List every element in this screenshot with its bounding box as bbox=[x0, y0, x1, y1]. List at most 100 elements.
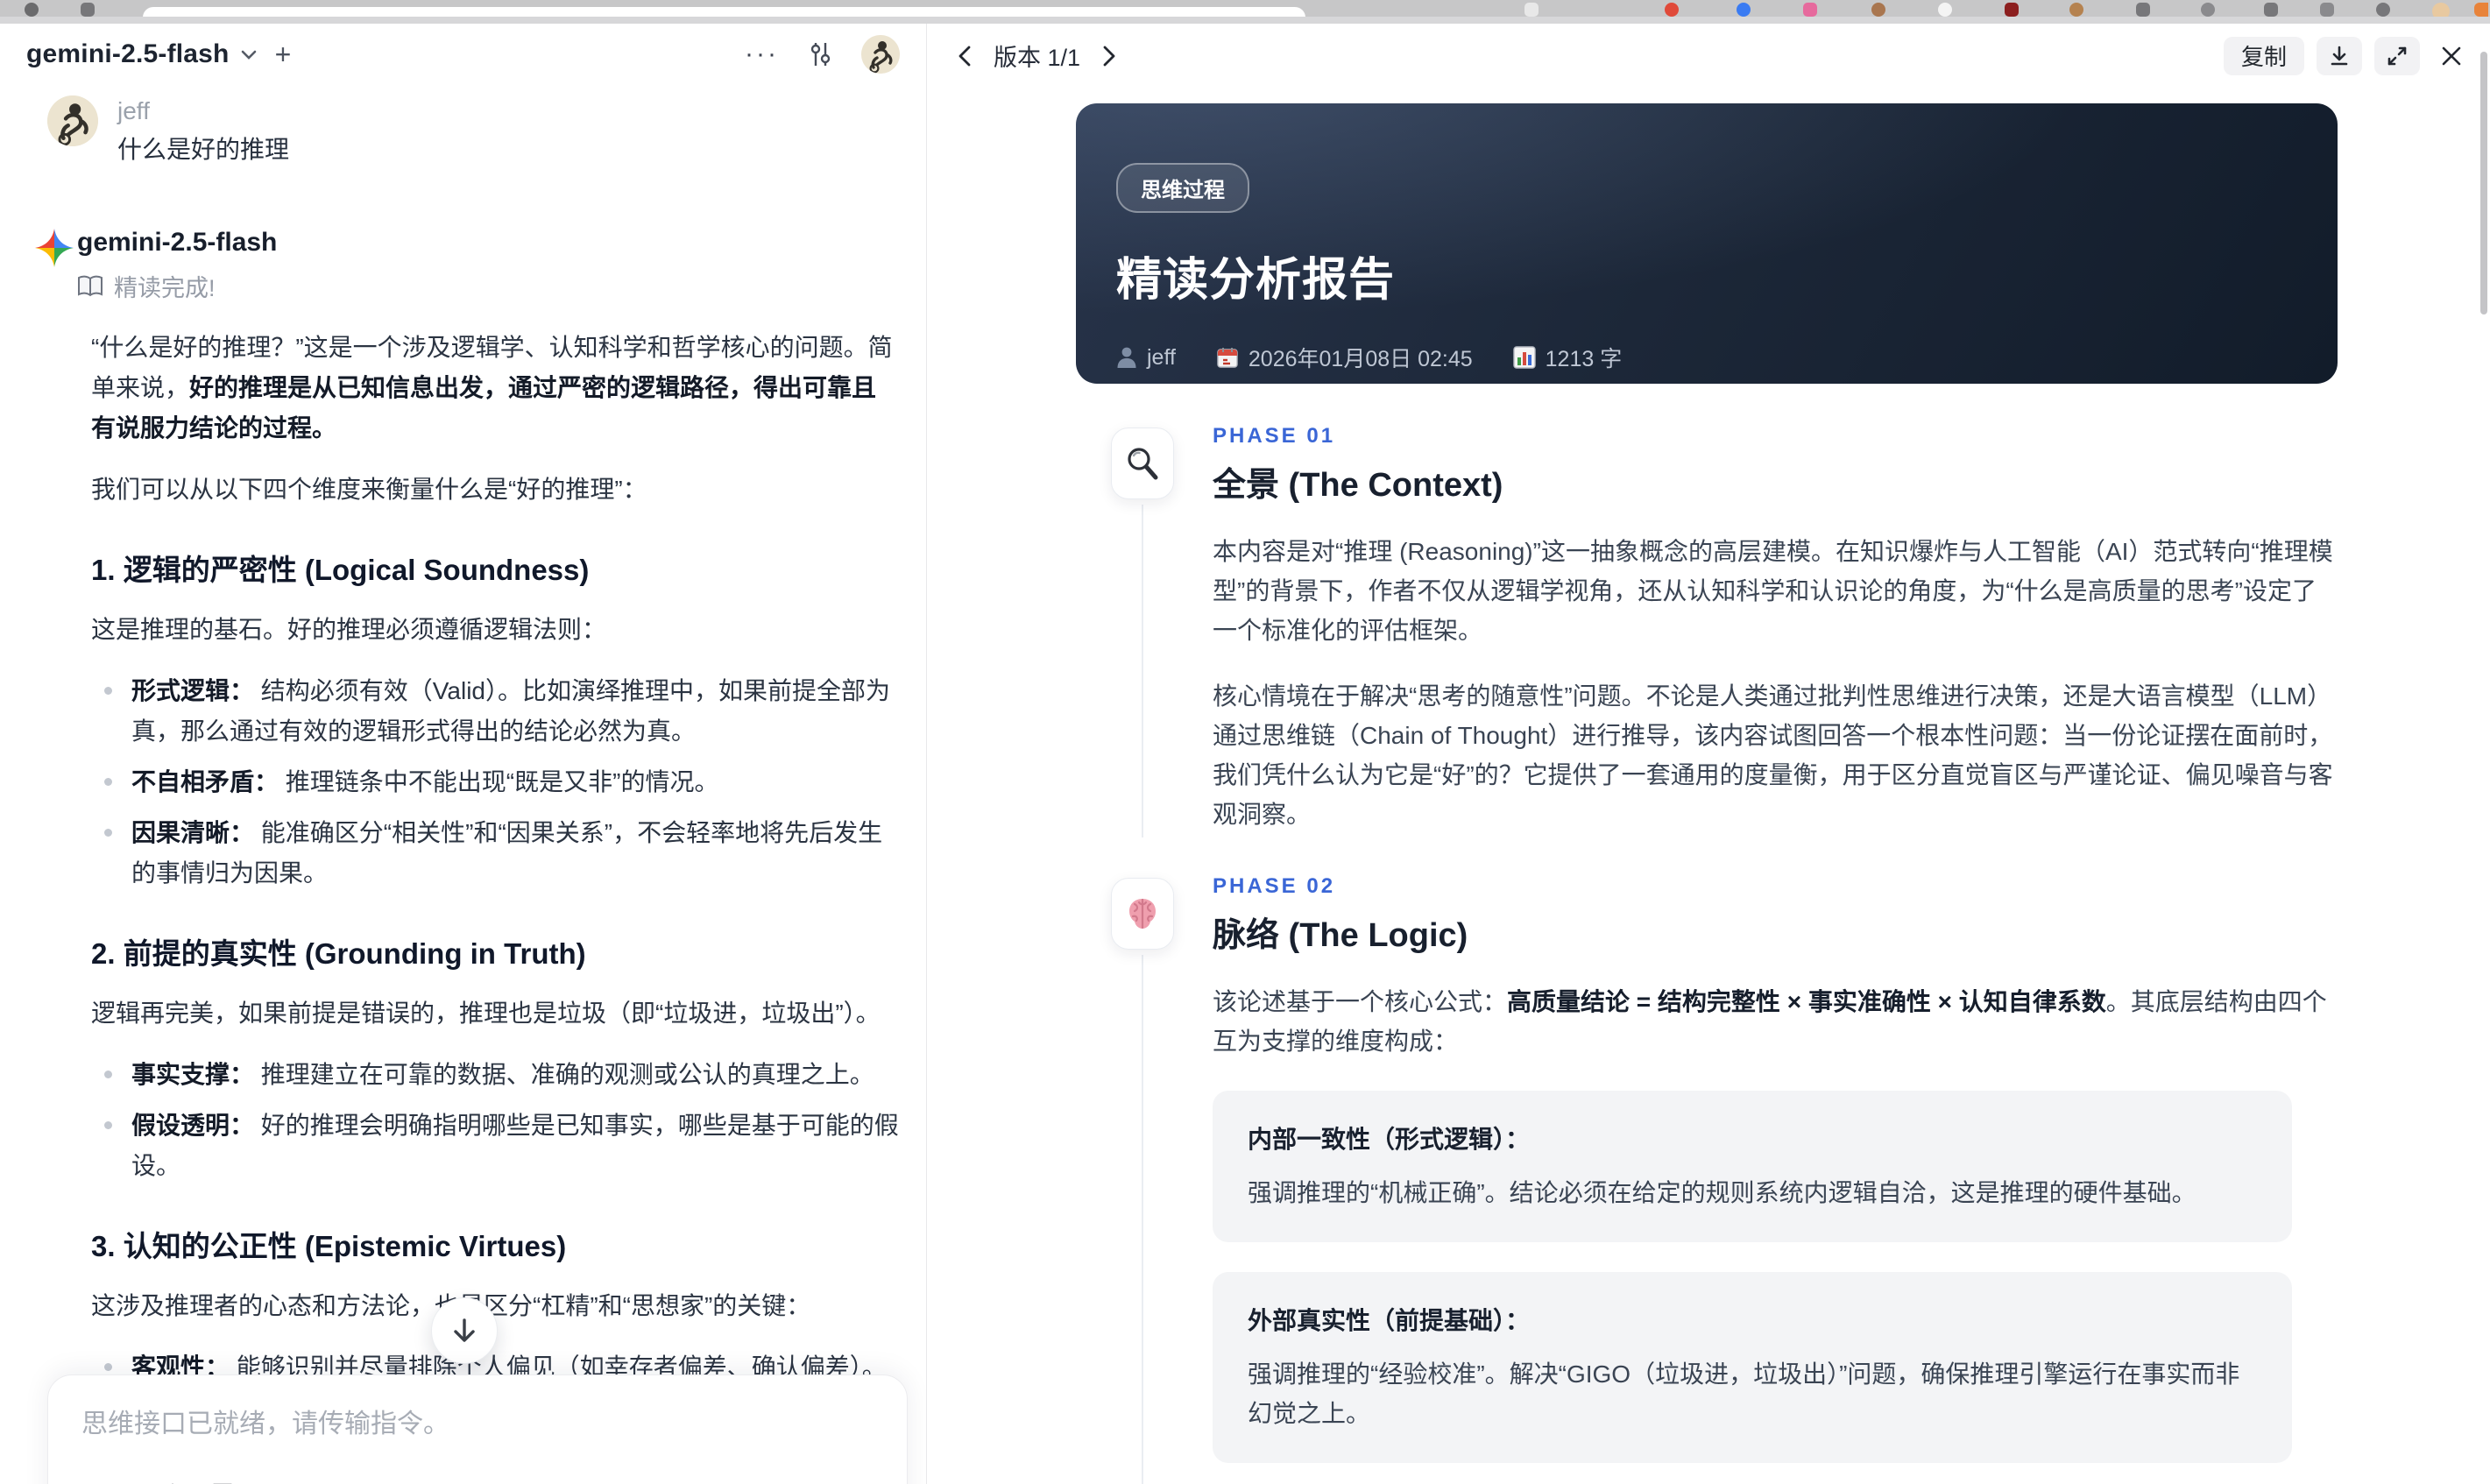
dimension-card: 外部真实性（前提基础）： 强调推理的“经验校准”。解决“GIGO（垃圾进，垃圾出… bbox=[1213, 1272, 2292, 1463]
card-body: 强调推理的“机械正确”。结论必须在给定的规则系统内逻辑自洽，这是推理的硬件基础。 bbox=[1248, 1179, 2196, 1206]
phase-label: PHASE 02 bbox=[1213, 874, 1336, 898]
card-title: 内部一致性（形式逻辑）： bbox=[1248, 1126, 1531, 1153]
section-heading: 2. 前提的真实性 (Grounding in Truth) bbox=[91, 937, 586, 970]
extension-icon[interactable] bbox=[1803, 3, 1817, 17]
phase-section-2: PHASE 02 脉络 (The Logic) 该论述基于一个核心公式：高质量结… bbox=[1076, 874, 2338, 1484]
gemini-star-icon bbox=[33, 227, 75, 269]
report-document[interactable]: 思维过程 精读分析报告 jeff 2026年01月08日 02:45 1213 … bbox=[927, 88, 2490, 1484]
user-name: jeff bbox=[117, 97, 150, 124]
composer[interactable]: 思维接口已就绪，请传输指令。 bbox=[47, 1374, 908, 1484]
version-prev-button[interactable] bbox=[950, 41, 980, 71]
browser-chrome-strip bbox=[0, 0, 2490, 17]
magnifier-icon bbox=[1111, 428, 1174, 499]
report-date: 2026年01月08日 02:45 bbox=[1216, 342, 1473, 373]
copy-button[interactable]: 复制 bbox=[2223, 36, 2304, 75]
account-avatar[interactable] bbox=[861, 35, 900, 74]
card-body: 强调推理的“经验校准”。解决“GIGO（垃圾进，垃圾出）”问题，确保推理引擎运行… bbox=[1248, 1360, 2240, 1427]
reply-paragraph: “什么是好的推理？”这是一个涉及逻辑学、认知科学和哲学核心的问题。简单来说，好的… bbox=[91, 334, 893, 442]
new-chat-button[interactable]: + bbox=[275, 39, 292, 71]
extension-icon[interactable] bbox=[2474, 3, 2488, 17]
report-word-count: 1213 字 bbox=[1512, 342, 1622, 373]
extension-icon[interactable] bbox=[2376, 3, 2390, 17]
extension-icon[interactable] bbox=[1737, 3, 1751, 17]
dimension-card: 内部一致性（形式逻辑）： 强调推理的“机械正确”。结论必须在给定的规则系统内逻辑… bbox=[1213, 1091, 2292, 1242]
user-message: jeff 什么是好的推理 bbox=[0, 85, 926, 167]
phase-paragraph: 核心情境在于解决“思考的随意性”问题。不论是人类通过批判性思维进行决策，还是大语… bbox=[1213, 682, 2333, 828]
extension-icon[interactable] bbox=[81, 3, 95, 17]
preview-scrollbar[interactable] bbox=[2480, 52, 2487, 314]
phase-section-1: PHASE 01 全景 (The Context) 本内容是对“推理 (Reas… bbox=[1076, 424, 2338, 837]
close-preview-button[interactable] bbox=[2432, 37, 2471, 75]
phase-title: 全景 (The Context) bbox=[1213, 467, 1503, 504]
expand-button[interactable] bbox=[2374, 36, 2420, 75]
bar-chart-icon bbox=[1512, 346, 1536, 369]
section-heading: 1. 逻辑的严密性 (Logical Soundness) bbox=[91, 554, 590, 586]
bullet-item: 因果清晰： 能准确区分“相关性”和“因果关系”，不会轻率地将先后发生的事情归为因… bbox=[91, 813, 901, 894]
download-button[interactable] bbox=[2317, 36, 2362, 75]
preview-panel: 版本 1/1 复制 思维过程 精读分析报告 jeff 2026年01月08日 0… bbox=[927, 24, 2490, 1484]
browser-tab[interactable] bbox=[143, 7, 1305, 17]
phase-paragraph: 该论述基于一个核心公式：高质量结论 = 结构完整性 × 事实准确性 × 认知自律… bbox=[1213, 988, 2327, 1055]
extension-icon[interactable] bbox=[1871, 3, 1885, 17]
book-icon bbox=[77, 275, 103, 298]
brain-icon bbox=[1111, 878, 1174, 950]
model-selector-label: gemini-2.5-flash bbox=[26, 39, 230, 68]
close-icon bbox=[2440, 45, 2463, 67]
section-lead: 这是推理的基石。好的推理必须遵循逻辑法则： bbox=[91, 616, 607, 643]
scroll-to-bottom-button[interactable] bbox=[431, 1297, 498, 1364]
phase-title: 脉络 (The Logic) bbox=[1213, 917, 1468, 954]
extension-icon[interactable] bbox=[2201, 3, 2215, 17]
preview-toolbar: 版本 1/1 复制 bbox=[927, 24, 2490, 88]
bullet-list: 事实支撑： 推理建立在可靠的数据、准确的观测或公认的真理之上。 假设透明： 好的… bbox=[91, 1055, 901, 1186]
timeline-connector bbox=[1142, 505, 1143, 837]
reply-paragraph: 我们可以从以下四个维度来衡量什么是“好的推理”： bbox=[91, 476, 647, 503]
model-selector[interactable]: gemini-2.5-flash bbox=[26, 39, 258, 69]
assistant-status: 精读完成! bbox=[77, 269, 886, 303]
card-title: 外部真实性（前提基础）： bbox=[1248, 1307, 1531, 1334]
chat-scroll-area[interactable]: jeff 什么是好的推理 gemini-2.5-flash 精读完成! “什么是… bbox=[0, 85, 926, 1484]
report-title: 精读分析报告 bbox=[1116, 255, 1396, 306]
bullet-item: 假设透明： 好的推理会明确指明哪些是已知事实，哪些是基于可能的假设。 bbox=[91, 1106, 901, 1186]
extension-icon[interactable] bbox=[1665, 3, 1679, 17]
extension-icon[interactable] bbox=[2069, 3, 2083, 17]
bullet-item: 形式逻辑： 结构必须有效（Valid）。比如演绎推理中，如果前提全部为真，那么通… bbox=[91, 671, 901, 752]
chat-header: gemini-2.5-flash + ··· bbox=[0, 24, 926, 85]
chevron-down-icon bbox=[240, 48, 258, 60]
phase-label: PHASE 01 bbox=[1213, 424, 1336, 448]
report-hero-card: 思维过程 精读分析报告 jeff 2026年01月08日 02:45 1213 … bbox=[1076, 103, 2338, 384]
extension-icon[interactable] bbox=[1524, 3, 1539, 17]
section-lead: 逻辑再完美，如果前提是错误的，推理也是垃圾（即“垃圾进，垃圾出”）。 bbox=[91, 1000, 881, 1027]
report-author: jeff bbox=[1116, 345, 1176, 371]
calendar-icon bbox=[1216, 346, 1239, 369]
section-heading: 3. 认知的公正性 (Epistemic Virtues) bbox=[91, 1230, 567, 1262]
extension-icon[interactable] bbox=[25, 3, 39, 17]
assistant-message: gemini-2.5-flash 精读完成! “什么是好的推理？”这是一个涉及逻… bbox=[0, 225, 926, 1484]
tune-settings-icon[interactable] bbox=[805, 39, 835, 69]
user-avatar bbox=[47, 95, 98, 146]
assistant-status-text: 精读完成! bbox=[114, 275, 216, 301]
extension-icon[interactable] bbox=[2264, 3, 2278, 17]
person-icon bbox=[1116, 346, 1137, 369]
report-badge: 思维过程 bbox=[1116, 163, 1249, 213]
expand-icon bbox=[2385, 44, 2409, 68]
bullet-list: 形式逻辑： 结构必须有效（Valid）。比如演绎推理中，如果前提全部为真，那么通… bbox=[91, 671, 901, 894]
timeline-connector bbox=[1142, 955, 1143, 1484]
screen: gemini-2.5-flash + ··· jeff 什么是好的推理 gemi… bbox=[0, 0, 2490, 1484]
toolbar-strip bbox=[0, 17, 2490, 24]
extension-icon[interactable] bbox=[2320, 3, 2334, 17]
assistant-reply-body: “什么是好的推理？”这是一个涉及逻辑学、认知科学和哲学核心的问题。简单来说，好的… bbox=[91, 328, 901, 1484]
report-meta: jeff 2026年01月08日 02:45 1213 字 bbox=[1116, 342, 2297, 373]
version-next-button[interactable] bbox=[1094, 41, 1124, 71]
more-options-button[interactable]: ··· bbox=[745, 39, 779, 69]
version-label: 版本 1/1 bbox=[994, 45, 1081, 71]
extension-icon[interactable] bbox=[2136, 3, 2150, 17]
arrow-down-icon bbox=[447, 1313, 482, 1348]
composer-input[interactable]: 思维接口已就绪，请传输指令。 bbox=[81, 1405, 874, 1444]
extension-icon[interactable] bbox=[2005, 3, 2019, 17]
bullet-item: 不自相矛盾： 推理链条中不能出现“既是又非”的情况。 bbox=[91, 762, 901, 802]
profile-avatar-icon[interactable] bbox=[2432, 3, 2450, 17]
download-icon bbox=[2327, 44, 2352, 68]
assistant-model-name: gemini-2.5-flash bbox=[77, 228, 278, 257]
bullet-item: 事实支撑： 推理建立在可靠的数据、准确的观测或公认的真理之上。 bbox=[91, 1055, 901, 1095]
extension-icon[interactable] bbox=[1938, 3, 1952, 17]
